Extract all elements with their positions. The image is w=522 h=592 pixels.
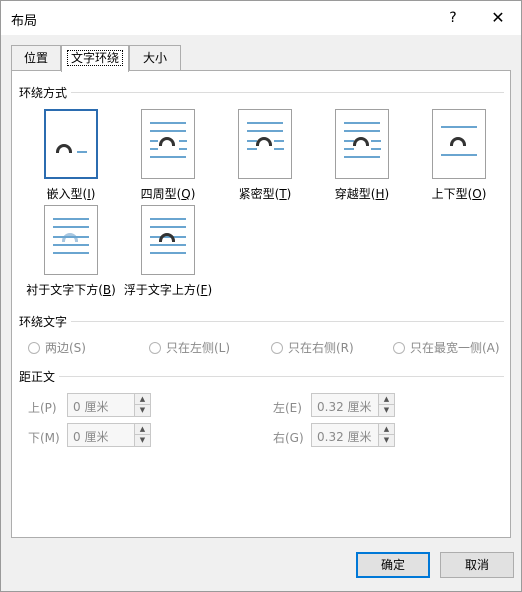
wrap-square-key: Q xyxy=(181,187,191,201)
wrap-behind-text-icon xyxy=(44,205,98,275)
spin-down-icon[interactable]: ▼ xyxy=(135,405,150,416)
tab-text-wrapping[interactable]: 文字环绕 xyxy=(61,45,129,72)
radio-icon xyxy=(149,342,161,354)
wrap-in-front-suffix: ) xyxy=(207,283,213,297)
wrap-square-icon xyxy=(141,109,195,179)
wrap-top-bottom-icon xyxy=(432,109,486,179)
tab-size[interactable]: 大小 xyxy=(129,45,181,71)
tab-position[interactable]: 位置 xyxy=(11,45,61,71)
spin-down-icon[interactable]: ▼ xyxy=(379,405,394,416)
distance-right-spinner[interactable]: 0.32 厘米 ▲ ▼ xyxy=(311,423,395,447)
radio-left-only[interactable]: 只在左侧(L) xyxy=(149,339,230,356)
divider xyxy=(20,92,504,93)
divider xyxy=(20,321,504,322)
tab-text-wrapping-label: 文字环绕 xyxy=(66,50,123,66)
wrap-through-icon xyxy=(335,109,389,179)
close-icon[interactable]: ✕ xyxy=(483,5,513,31)
wrap-inline-icon xyxy=(44,109,98,179)
radio-icon xyxy=(393,342,405,354)
wrap-in-front-icon xyxy=(141,205,195,275)
radio-largest-only[interactable]: 只在最宽一侧(A) xyxy=(393,339,500,356)
distance-bottom-value: 0 厘米 xyxy=(73,430,109,444)
spin-up-icon[interactable]: ▲ xyxy=(379,394,394,405)
radio-largest-only-label: 只在最宽一侧(A) xyxy=(410,341,500,355)
distance-top-label: 上(P) xyxy=(28,401,57,415)
spin-down-icon[interactable]: ▼ xyxy=(379,435,394,446)
distance-top-spinner[interactable]: 0 厘米 ▲ ▼ xyxy=(67,393,151,417)
spin-up-icon[interactable]: ▲ xyxy=(135,424,150,435)
wrap-tight-label: 紧密型( xyxy=(238,187,280,201)
wrap-square-option[interactable]: 四周型(Q) xyxy=(118,109,218,202)
radio-right-only-label: 只在右侧(R) xyxy=(288,341,354,355)
wrap-behind-text-suffix: ) xyxy=(111,283,116,297)
wrap-through-option[interactable]: 穿越型(H) xyxy=(312,109,412,202)
wrap-tight-suffix: ) xyxy=(286,187,292,201)
wrap-tight-key: T xyxy=(279,187,287,201)
tab-panel: 环绕方式 嵌入型(I) 四周型(Q) 紧密型(T) 穿越型(H) 上下型(O) … xyxy=(11,70,511,538)
tab-size-label: 大小 xyxy=(142,51,167,65)
wrap-inline-suffix: ) xyxy=(90,187,96,201)
spin-up-icon[interactable]: ▲ xyxy=(379,424,394,435)
tab-position-label: 位置 xyxy=(23,51,48,65)
radio-right-only[interactable]: 只在右侧(R) xyxy=(271,339,354,356)
wrap-tight-option[interactable]: 紧密型(T) xyxy=(215,109,315,202)
wrap-inline-label: 嵌入型( xyxy=(46,187,88,201)
radio-icon xyxy=(271,342,283,354)
distance-bottom-label: 下(M) xyxy=(28,431,60,445)
distance-left-spinner[interactable]: 0.32 厘米 ▲ ▼ xyxy=(311,393,395,417)
radio-both-sides[interactable]: 两边(S) xyxy=(28,339,86,356)
wrap-top-bottom-key: O xyxy=(472,187,482,201)
wrap-through-suffix: ) xyxy=(384,187,390,201)
divider xyxy=(20,376,504,377)
wrap-top-bottom-option[interactable]: 上下型(O) xyxy=(409,109,509,202)
distance-right-label: 右(G) xyxy=(273,431,304,445)
wrap-through-key: H xyxy=(375,187,385,201)
wrap-through-label: 穿越型( xyxy=(334,187,376,201)
wrapping-style-title: 环绕方式 xyxy=(19,84,72,101)
layout-dialog: 布局 ? ✕ 位置 文字环绕 大小 环绕方式 嵌入型(I) 四周型(Q) 紧密型… xyxy=(0,0,522,592)
spin-up-icon[interactable]: ▲ xyxy=(135,394,150,405)
wrap-tight-icon xyxy=(238,109,292,179)
distance-title: 距正文 xyxy=(19,368,60,385)
wrap-text-title: 环绕文字 xyxy=(19,313,72,330)
wrap-top-bottom-label: 上下型( xyxy=(431,187,473,201)
help-button[interactable]: ? xyxy=(439,7,467,29)
wrap-top-bottom-suffix: ) xyxy=(481,187,487,201)
distance-left-value: 0.32 厘米 xyxy=(317,400,372,414)
cancel-button[interactable]: 取消 xyxy=(440,552,514,578)
wrap-in-front-label: 浮于文字上方( xyxy=(123,283,201,297)
distance-right-value: 0.32 厘米 xyxy=(317,430,372,444)
ok-button[interactable]: 确定 xyxy=(356,552,430,578)
radio-left-only-label: 只在左侧(L) xyxy=(166,341,231,355)
wrap-square-label: 四周型( xyxy=(140,187,182,201)
dialog-title: 布局 xyxy=(11,14,38,29)
wrap-inline-option[interactable]: 嵌入型(I) xyxy=(21,109,121,202)
wrap-behind-text-option[interactable]: 衬于文字下方(B) xyxy=(21,205,121,298)
spin-down-icon[interactable]: ▼ xyxy=(135,435,150,446)
distance-bottom-spinner[interactable]: 0 厘米 ▲ ▼ xyxy=(67,423,151,447)
wrap-in-front-option[interactable]: 浮于文字上方(F) xyxy=(118,205,218,298)
title-bar: 布局 ? ✕ xyxy=(1,1,521,35)
wrap-behind-text-label: 衬于文字下方( xyxy=(26,283,103,297)
wrap-behind-text-key: B xyxy=(102,283,112,297)
radio-both-sides-label: 两边(S) xyxy=(45,341,86,355)
radio-icon xyxy=(28,342,40,354)
wrap-square-suffix: ) xyxy=(190,187,196,201)
distance-top-value: 0 厘米 xyxy=(73,400,109,414)
distance-left-label: 左(E) xyxy=(273,401,302,415)
